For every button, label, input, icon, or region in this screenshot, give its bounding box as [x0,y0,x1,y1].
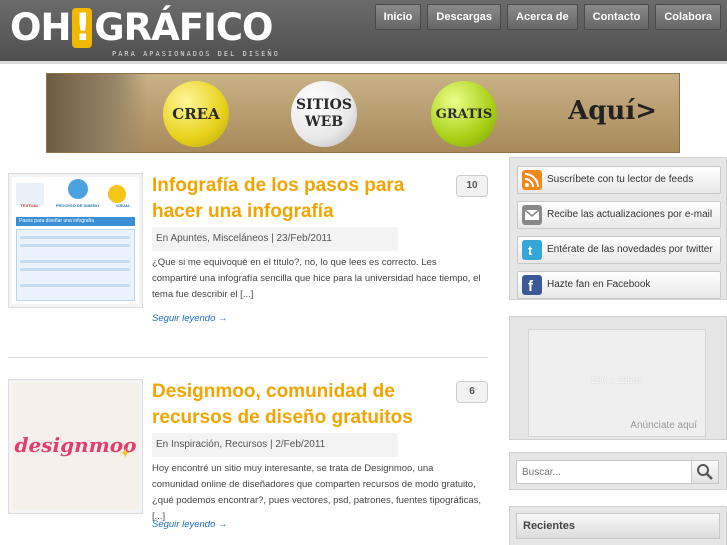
banner-cta: Aquí> [568,96,657,126]
thumb-smiley [108,185,126,203]
post-thumbnail[interactable]: designmoo ✦ [8,379,143,514]
thumb-line [20,284,130,287]
facebook-icon: f [522,275,542,295]
badge-crea-text: CREA [172,105,220,123]
thumb-label: TEXTUAL [20,203,39,208]
feed-label: Recibe las actualizaciones por e-mail [547,209,713,220]
post-date: 23/Feb/2011 [276,233,332,244]
search-icon [697,464,713,480]
subscribe-facebook-link[interactable]: f Hazte fan en Facebook [517,271,721,299]
designmoo-thumbnail-image: designmoo ✦ [12,383,139,510]
post-meta: En Apuntes, Misceláneos | 23/Feb/2011 [152,227,398,251]
twitter-icon: t [522,240,542,260]
site-tagline: PARA APASIONADOS DEL DISEÑO [112,50,280,58]
nav-inicio[interactable]: Inicio [374,4,422,30]
nav-contacto[interactable]: Contacto [583,4,650,30]
feed-label: Entérate de las novedades por twitter [547,244,713,255]
feed-label: Suscríbete con tu lector de feeds [547,174,694,185]
main-nav: Inicio Descargas Acerca de Contacto Cola… [374,4,721,30]
post-article: designmoo ✦ Designmoo, comunidad de recu… [8,379,488,545]
logo-text-right: GRÁFICO [94,6,273,49]
infographic-thumbnail-image: TEXTUAL PROCESO DE DISEÑO VISUAL Pasos p… [12,177,139,304]
ad-box: 200 x 125px Anúnciate aquí [509,316,727,440]
post-article: TEXTUAL PROCESO DE DISEÑO VISUAL Pasos p… [8,173,488,343]
post-excerpt: ¿Que si me equivoqué en el título?, no, … [152,257,481,300]
ad-size-label: 200 x 125px [591,375,643,386]
nav-acerca-de[interactable]: Acerca de [507,4,578,30]
thumb-line [20,260,130,263]
read-more-link[interactable]: Seguir leyendo → [152,519,228,530]
feed-label: Hazte fan en Facebook [547,279,651,290]
thumb-graphic [16,183,44,205]
rss-icon [522,170,542,190]
meta-prefix: En [156,439,169,450]
badge-sitios-text: SITIOS [296,97,352,113]
svg-text:t: t [528,243,533,258]
badge-gratis-text: GRATIS [435,106,493,122]
category-link[interactable]: Inspiración [171,439,219,450]
category-link[interactable]: Apuntes [170,233,207,244]
banner-badge-crea: CREA [163,81,229,147]
site-header: OH! GRÁFICO PARA APASIONADOS DEL DISEÑO I… [0,0,727,64]
category-link[interactable]: Misceláneos [213,233,269,244]
advertise-link[interactable]: Anúnciate aquí [630,420,697,431]
post-title[interactable]: Designmoo, comunidad de recursos de dise… [152,379,422,431]
search-box [509,452,727,490]
banner-woman-image [47,74,147,152]
promo-banner[interactable]: CREA SITIOS WEB GRATIS Aquí> [46,73,680,153]
recent-posts-box: Recientes [509,506,727,545]
banner-badge-gratis: GRATIS [431,81,497,147]
subscribe-email-link[interactable]: Recibe las actualizaciones por e-mail [517,201,721,229]
comment-count-badge[interactable]: 6 [456,381,488,403]
subscribe-box: Suscríbete con tu lector de feeds Recibe… [509,157,727,300]
search-button[interactable] [691,460,719,484]
email-icon [522,205,542,225]
sparkle-icon: ✦ [119,445,131,461]
post-excerpt: Hoy encontré un sitio muy interesante, s… [152,463,481,522]
thumb-line [20,236,130,239]
thumb-label: VISUAL [115,203,131,208]
thumb-circle [68,179,88,199]
thumb-heading: Pasos para diseñar una infografía [16,217,135,226]
thumb-line [20,268,130,271]
site-logo[interactable]: OH! GRÁFICO [10,6,273,49]
ad-placeholder[interactable]: 200 x 125px Anúnciate aquí [528,329,706,437]
badge-web-text: WEB [304,114,344,130]
read-more-link[interactable]: Seguir leyendo → [152,313,228,324]
thumb-body [16,229,135,301]
svg-text:f: f [528,278,534,295]
nav-colabora[interactable]: Colabora [655,4,721,30]
post-divider [8,357,488,358]
thumb-label: PROCESO DE DISEÑO [55,203,99,208]
search-input[interactable] [516,460,692,484]
banner-badge-sitios-web: SITIOS WEB [291,81,357,147]
logo-bang: ! [72,6,93,49]
subscribe-rss-link[interactable]: Suscríbete con tu lector de feeds [517,166,721,194]
meta-prefix: En [156,233,169,244]
recent-posts-heading: Recientes [516,513,720,539]
thumb-labels: TEXTUAL PROCESO DE DISEÑO VISUAL [12,203,139,208]
thumb-line [20,244,130,247]
post-meta: En Inspiración, Recursos | 2/Feb/2011 [152,433,398,457]
subscribe-twitter-link[interactable]: t Entérate de las novedades por twitter [517,236,721,264]
nav-descargas[interactable]: Descargas [427,4,502,30]
comment-count-badge[interactable]: 10 [456,175,488,197]
post-title[interactable]: Infografía de los pasos para hacer una i… [152,173,422,225]
post-date: 2/Feb/2011 [275,439,326,450]
logo-text-left: OH [10,6,71,49]
post-thumbnail[interactable]: TEXTUAL PROCESO DE DISEÑO VISUAL Pasos p… [8,173,143,308]
category-link[interactable]: Recursos [225,439,267,450]
